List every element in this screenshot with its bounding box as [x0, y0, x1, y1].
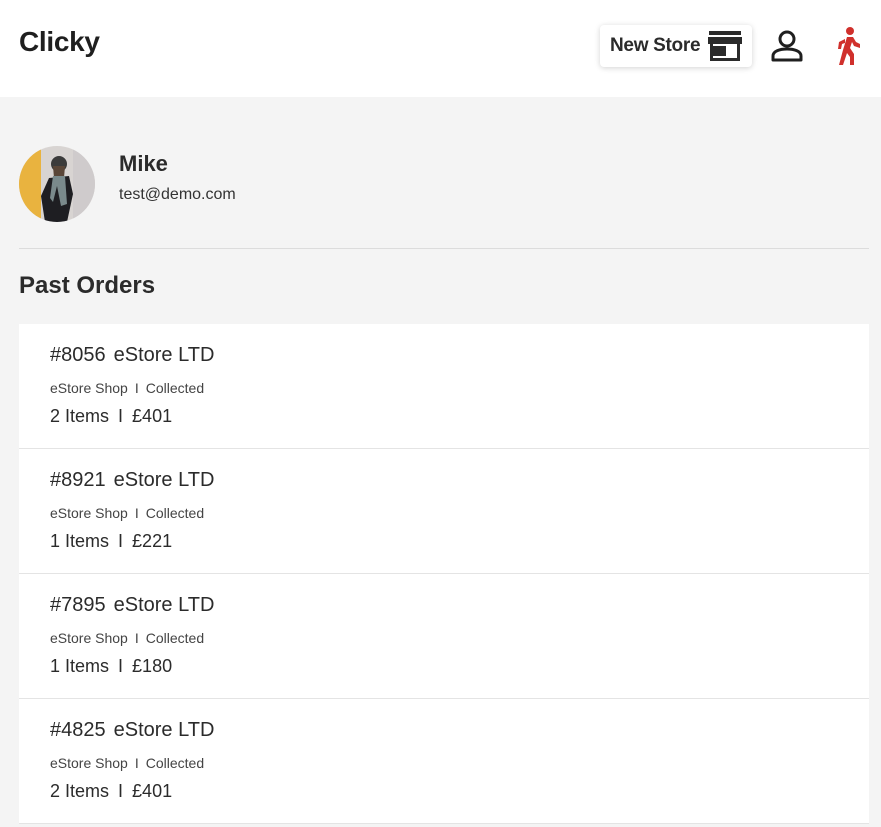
- order-items: 1 Items: [50, 531, 110, 551]
- order-item[interactable]: #4825 eStore LTD eStore Shop I Collected 2 …: [19, 699, 869, 824]
- order-store: eStore LTD: [113, 719, 215, 741]
- profile-section: Mike test@demo.com: [19, 146, 869, 226]
- order-title: #7895 eStore LTD: [50, 594, 214, 617]
- order-total: £401: [132, 406, 173, 426]
- order-status: Collected: [145, 755, 205, 771]
- order-items: 1 Items: [50, 656, 110, 676]
- avatar: [19, 146, 95, 222]
- new-store-label: New Store: [610, 35, 701, 56]
- new-store-button[interactable]: New Store: [600, 25, 752, 67]
- profile-name: Mike: [119, 151, 168, 176]
- order-shop: eStore Shop: [50, 755, 128, 771]
- order-id: #4825: [50, 719, 106, 741]
- order-items: 2 Items: [50, 781, 110, 801]
- order-id: #8921: [50, 469, 106, 491]
- profile-email: test@demo.com: [119, 186, 236, 203]
- separator: I: [118, 406, 124, 426]
- walking-person-icon[interactable]: [831, 26, 865, 66]
- order-meta: eStore Shop I Collected: [50, 505, 204, 521]
- orders-list: #8056 eStore LTD eStore Shop I Collected 2 …: [19, 324, 869, 824]
- separator: I: [118, 781, 124, 801]
- order-meta: eStore Shop I Collected: [50, 630, 204, 646]
- order-item[interactable]: #8921 eStore LTD eStore Shop I Collected 1 …: [19, 449, 869, 574]
- order-shop: eStore Shop: [50, 380, 128, 396]
- order-title: #4825 eStore LTD: [50, 719, 214, 742]
- order-summary: 2 Items I £401: [50, 406, 172, 427]
- app-header: Clicky New Store: [0, 0, 881, 97]
- order-item[interactable]: #7895 eStore LTD eStore Shop I Collected 1 …: [19, 574, 869, 699]
- order-item[interactable]: #8056 eStore LTD eStore Shop I Collected 2 …: [19, 324, 869, 449]
- order-meta: eStore Shop I Collected: [50, 755, 204, 771]
- order-meta: eStore Shop I Collected: [50, 380, 204, 396]
- order-id: #7895: [50, 594, 106, 616]
- order-store: eStore LTD: [113, 344, 215, 366]
- order-title: #8056 eStore LTD: [50, 344, 214, 367]
- separator: I: [134, 380, 139, 396]
- brand-logo[interactable]: Clicky: [19, 26, 100, 58]
- order-status: Collected: [145, 505, 205, 521]
- order-summary: 1 Items I £180: [50, 656, 172, 677]
- order-total: £221: [132, 531, 173, 551]
- separator: I: [134, 505, 139, 521]
- order-shop: eStore Shop: [50, 505, 128, 521]
- order-status: Collected: [145, 630, 205, 646]
- separator: I: [134, 630, 139, 646]
- order-shop: eStore Shop: [50, 630, 128, 646]
- order-store: eStore LTD: [113, 469, 215, 491]
- user-icon[interactable]: [770, 29, 804, 63]
- order-status: Collected: [145, 380, 205, 396]
- store-icon: [708, 31, 742, 61]
- separator: I: [118, 531, 124, 551]
- past-orders-heading: Past Orders: [19, 272, 156, 299]
- order-title: #8921 eStore LTD: [50, 469, 214, 492]
- order-total: £180: [132, 656, 173, 676]
- order-store: eStore LTD: [113, 594, 215, 616]
- order-id: #8056: [50, 344, 106, 366]
- order-total: £401: [132, 781, 173, 801]
- order-summary: 2 Items I £401: [50, 781, 172, 802]
- order-summary: 1 Items I £221: [50, 531, 172, 552]
- separator: I: [134, 755, 139, 771]
- order-items: 2 Items: [50, 406, 110, 426]
- divider: [19, 248, 869, 249]
- separator: I: [118, 656, 124, 676]
